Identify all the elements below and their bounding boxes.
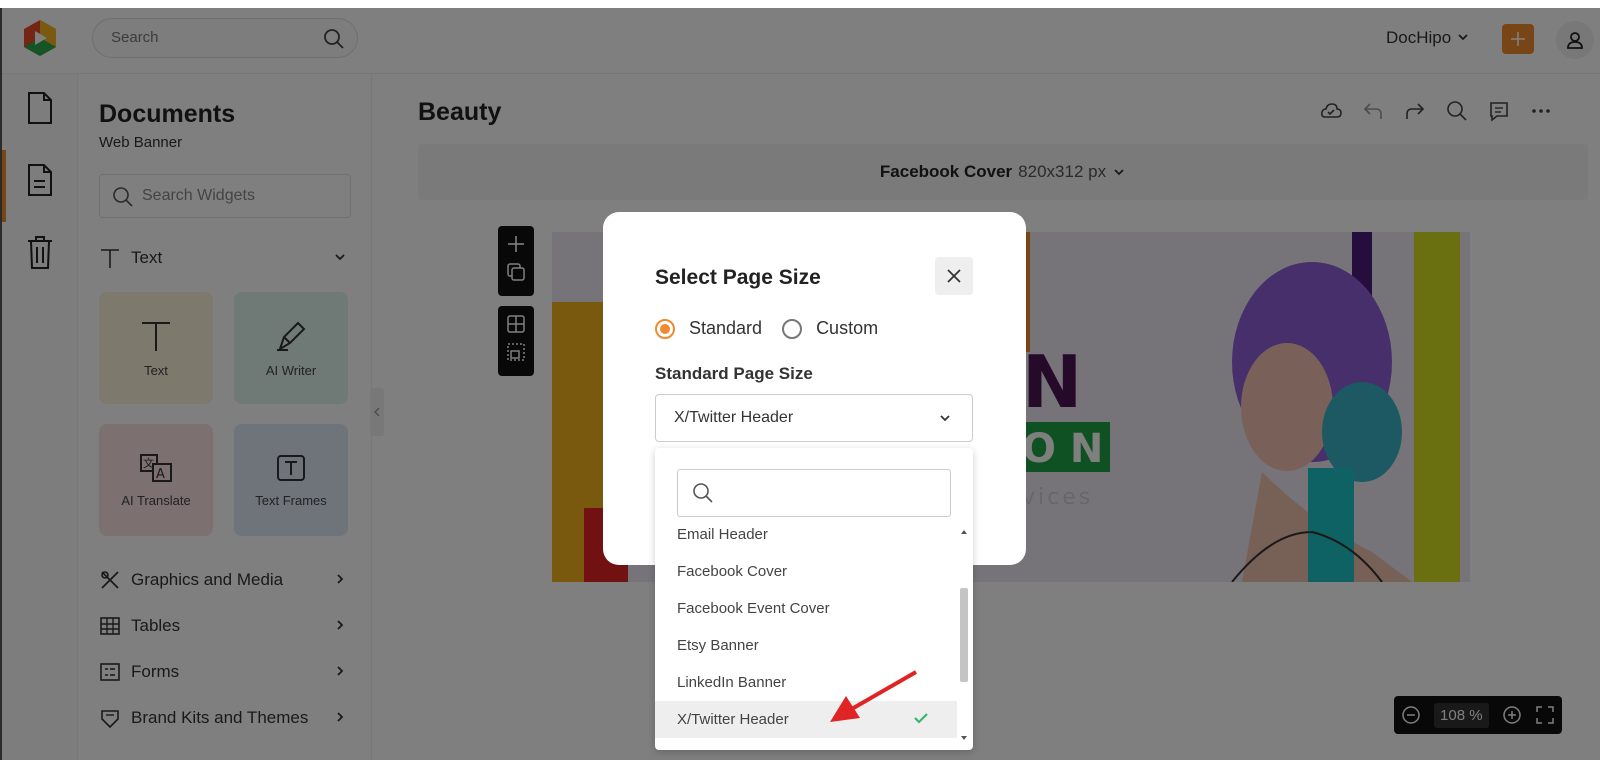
chevron-down-icon — [938, 411, 952, 430]
dropdown-option-email-header[interactable]: Email Header — [655, 516, 957, 553]
close-icon — [947, 269, 961, 283]
size-dropdown-list: Email Header Facebook Cover Facebook Eve… — [655, 448, 973, 750]
radio-custom-label[interactable]: Custom — [816, 318, 878, 339]
select-value: X/Twitter Header — [674, 409, 794, 426]
dropdown-search-input[interactable] — [722, 484, 932, 502]
scroll-up-icon — [961, 530, 967, 534]
option-label: LinkedIn Banner — [677, 674, 787, 691]
dropdown-option-facebook-cover[interactable]: Facebook Cover — [655, 553, 957, 590]
standard-size-label: Standard Page Size — [655, 364, 813, 383]
option-label: Facebook Cover — [677, 563, 788, 580]
option-label: Facebook Event Cover — [677, 600, 830, 617]
dropdown-search[interactable] — [677, 469, 951, 517]
dropdown-scroll-thumb[interactable] — [960, 588, 968, 682]
dropdown-option-etsy-banner[interactable]: Etsy Banner — [655, 627, 957, 664]
radio-standard-label[interactable]: Standard — [689, 318, 762, 339]
search-icon — [692, 482, 714, 509]
scroll-down-icon — [961, 736, 967, 740]
dropdown-option-facebook-event-cover[interactable]: Facebook Event Cover — [655, 590, 957, 627]
annotation-arrow-icon — [820, 668, 920, 733]
close-button[interactable] — [935, 257, 973, 295]
dialog-title: Select Page Size — [655, 266, 821, 289]
option-label: Etsy Banner — [677, 637, 759, 654]
option-label: X/Twitter Header — [677, 711, 789, 728]
radio-custom[interactable] — [782, 318, 803, 339]
radio-standard[interactable] — [655, 318, 675, 339]
standard-size-select[interactable]: X/Twitter Header — [655, 394, 973, 442]
size-type-options: Standard Custom — [655, 318, 878, 339]
option-label: Email Header — [677, 526, 768, 543]
